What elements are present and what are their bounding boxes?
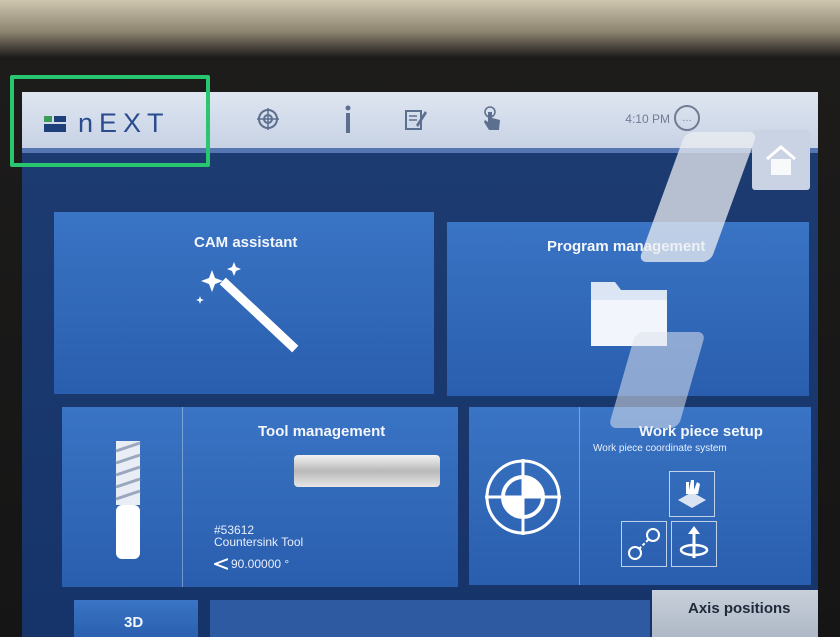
axis-positions-tile[interactable]: Axis positions xyxy=(652,590,818,637)
edit-icon[interactable] xyxy=(402,105,430,133)
chat-icon[interactable]: … xyxy=(674,105,700,131)
rotate-axis-button[interactable] xyxy=(671,521,717,567)
tool-angle-value: 90.00000 ° xyxy=(231,557,290,571)
tool-management-title: Tool management xyxy=(258,423,386,440)
axis-positions-title: Axis positions xyxy=(688,600,791,617)
rotate-axis-icon xyxy=(679,526,709,558)
magic-wand-icon xyxy=(196,262,299,353)
program-management-tile[interactable]: Program management xyxy=(447,222,809,396)
tool-management-tile[interactable]: Tool management #53612 Countersink Tool … xyxy=(62,407,458,587)
crosshair-target-icon xyxy=(485,459,561,535)
work-tile-divider xyxy=(579,407,580,585)
work-piece-setup-title: Work piece setup xyxy=(639,423,763,440)
touch-icon[interactable] xyxy=(478,105,506,133)
cam-assistant-tile[interactable]: CAM assistant xyxy=(54,212,434,394)
home-button[interactable] xyxy=(752,130,810,190)
view-3d-title: 3D xyxy=(124,614,144,631)
work-piece-setup-tile[interactable]: Work piece setup Work piece coordinate s… xyxy=(469,407,811,585)
tool-tile-divider xyxy=(182,407,183,587)
home-icon xyxy=(766,145,796,175)
end-mill-icon xyxy=(115,441,141,559)
probe-points-icon xyxy=(628,528,660,560)
bottom-center-tile[interactable] xyxy=(210,600,650,637)
program-management-title: Program management xyxy=(547,238,706,255)
folder-icon xyxy=(591,282,667,346)
hand-cube-icon xyxy=(678,480,706,508)
target-icon[interactable] xyxy=(254,105,282,133)
tool-holder-icon xyxy=(294,455,440,487)
info-icon[interactable] xyxy=(334,105,362,133)
work-piece-subtitle: Work piece coordinate system xyxy=(593,443,727,454)
probe-points-button[interactable] xyxy=(621,521,667,567)
view-3d-tile[interactable]: 3D xyxy=(74,600,198,637)
tool-name: Countersink Tool xyxy=(214,535,304,549)
tool-angle: 90.00000 ° xyxy=(214,557,289,571)
touch-screen: nEXT 4:10 PM … CAM assistant Program man… xyxy=(22,92,818,637)
cam-assistant-title: CAM assistant xyxy=(194,234,298,251)
highlight-frame xyxy=(10,75,210,167)
angle-icon xyxy=(214,558,228,570)
clock: 4:10 PM xyxy=(625,112,670,126)
set-origin-button[interactable] xyxy=(669,471,715,517)
